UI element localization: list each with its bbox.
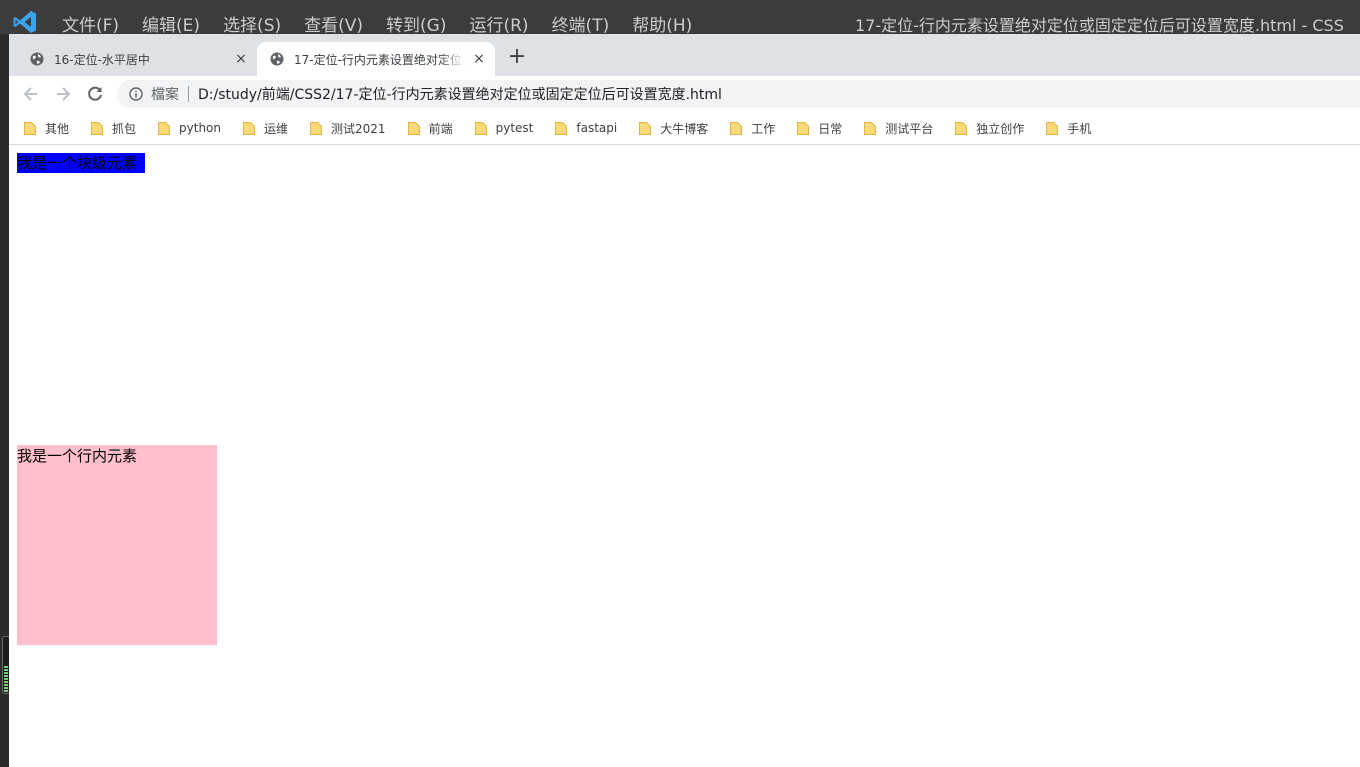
folder-icon xyxy=(864,122,877,135)
folder-icon xyxy=(474,122,487,135)
menu-help[interactable]: 帮助(H) xyxy=(632,11,692,36)
tab-title: 17-定位-行内元素设置绝对定位或固定定位后可设置宽度.html xyxy=(294,52,465,67)
folder-icon xyxy=(555,122,568,135)
folder-icon xyxy=(310,122,323,135)
folder-icon xyxy=(91,122,104,135)
bookmark-label: 其他 xyxy=(45,121,70,136)
url-text[interactable]: D:/study/前端/CSS2/17-定位-行内元素设置绝对定位或固定定位后可… xyxy=(198,84,722,104)
bookmark-label: fastapi xyxy=(576,121,618,135)
bookmark-folder[interactable]: 工作 xyxy=(723,114,782,142)
bookmark-folder[interactable]: 大牛博客 xyxy=(632,114,715,142)
reload-icon[interactable] xyxy=(85,84,105,104)
security-label: 檔案 xyxy=(151,87,179,103)
tab-title: 16-定位-水平居中 xyxy=(54,52,150,67)
bookmark-folder[interactable]: 独立创作 xyxy=(948,114,1031,142)
level-meter-fill xyxy=(4,666,8,692)
folder-icon xyxy=(955,122,968,135)
menu-terminal[interactable]: 终端(T) xyxy=(552,11,610,36)
tab-close-icon[interactable]: × xyxy=(235,52,247,66)
globe-icon xyxy=(30,52,44,66)
bookmark-label: 运维 xyxy=(264,121,289,136)
folder-icon xyxy=(24,122,36,135)
menu-file[interactable]: 文件(F) xyxy=(62,11,119,36)
address-bar[interactable]: 檔案 D:/study/前端/CSS2/17-定位-行内元素设置绝对定位或固定定… xyxy=(117,80,1360,108)
bookmark-label: 测试平台 xyxy=(885,121,934,136)
vscode-logo-icon xyxy=(13,11,36,33)
info-icon[interactable] xyxy=(129,87,143,101)
folder-icon xyxy=(1046,122,1059,135)
bookmark-folder[interactable]: fastapi xyxy=(548,114,624,142)
block-element: 我是一个块级元素 xyxy=(17,153,145,173)
window-title: 17-定位-行内元素设置绝对定位或固定定位后可设置宽度.html - CSS xyxy=(855,16,1344,35)
page-content: 我是一个块级元素 我是一个行内元素 xyxy=(9,145,1360,767)
bookmarks-bar: 其他 抓包 python 运维 测试2021 前端 pytest fastapi… xyxy=(9,112,1360,145)
tab-close-icon[interactable]: × xyxy=(473,52,485,66)
bookmark-folder[interactable]: 运维 xyxy=(236,114,295,142)
menu-go[interactable]: 转到(G) xyxy=(386,11,446,36)
menu-edit[interactable]: 编辑(E) xyxy=(142,11,200,36)
browser-window: 16-定位-水平居中 × 17-定位-行内元素设置绝对定位或固定定位后可设置宽度… xyxy=(9,34,1360,767)
bookmark-folder[interactable]: 手机 xyxy=(1039,114,1098,142)
bookmark-folder[interactable]: 日常 xyxy=(790,114,849,142)
folder-icon xyxy=(639,122,652,135)
folder-icon xyxy=(158,122,171,135)
forward-arrow-icon[interactable] xyxy=(53,84,73,104)
left-strip xyxy=(0,34,10,767)
menu-view[interactable]: 查看(V) xyxy=(304,11,363,36)
bookmark-label: 抓包 xyxy=(112,121,137,136)
browser-toolbar: 檔案 D:/study/前端/CSS2/17-定位-行内元素设置绝对定位或固定定… xyxy=(9,76,1360,112)
bookmark-folder[interactable]: 其他 xyxy=(17,114,76,142)
bookmark-label: python xyxy=(179,121,222,135)
bookmark-label: 前端 xyxy=(428,121,453,136)
menu-bar: 文件(F) 编辑(E) 选择(S) 查看(V) 转到(G) 运行(R) 终端(T… xyxy=(62,11,715,36)
bookmark-folder[interactable]: pytest xyxy=(468,114,541,142)
folder-icon xyxy=(730,122,743,135)
bookmark-label: 测试2021 xyxy=(331,121,386,136)
bookmark-label: 独立创作 xyxy=(976,121,1025,136)
bookmark-folder[interactable]: 前端 xyxy=(401,114,460,142)
bookmark-folder[interactable]: 测试平台 xyxy=(857,114,940,142)
divider xyxy=(188,86,189,102)
menu-selection[interactable]: 选择(S) xyxy=(223,11,281,36)
back-arrow-icon[interactable] xyxy=(21,84,41,104)
bookmark-folder[interactable]: python xyxy=(151,114,228,142)
bookmark-folder[interactable]: 测试2021 xyxy=(303,114,393,142)
folder-icon xyxy=(797,122,810,135)
menu-run[interactable]: 运行(R) xyxy=(469,11,528,36)
bookmark-label: 工作 xyxy=(751,121,776,136)
folder-icon xyxy=(243,122,256,135)
inline-element: 我是一个行内元素 xyxy=(17,445,217,645)
tab-strip: 16-定位-水平居中 × 17-定位-行内元素设置绝对定位或固定定位后可设置宽度… xyxy=(9,34,1360,76)
tab-17-inline-positioning[interactable]: 17-定位-行内元素设置绝对定位或固定定位后可设置宽度.html × xyxy=(257,42,495,76)
bookmark-label: 日常 xyxy=(818,121,843,136)
bookmark-folder[interactable]: 抓包 xyxy=(84,114,143,142)
globe-icon xyxy=(270,52,284,66)
tab-16-horizontal-center[interactable]: 16-定位-水平居中 × xyxy=(17,42,257,76)
bookmark-label: 大牛博客 xyxy=(660,121,709,136)
bookmark-label: pytest xyxy=(495,121,534,135)
folder-icon xyxy=(407,122,420,135)
bookmark-label: 手机 xyxy=(1067,121,1092,136)
new-tab-button[interactable]: + xyxy=(507,46,527,68)
